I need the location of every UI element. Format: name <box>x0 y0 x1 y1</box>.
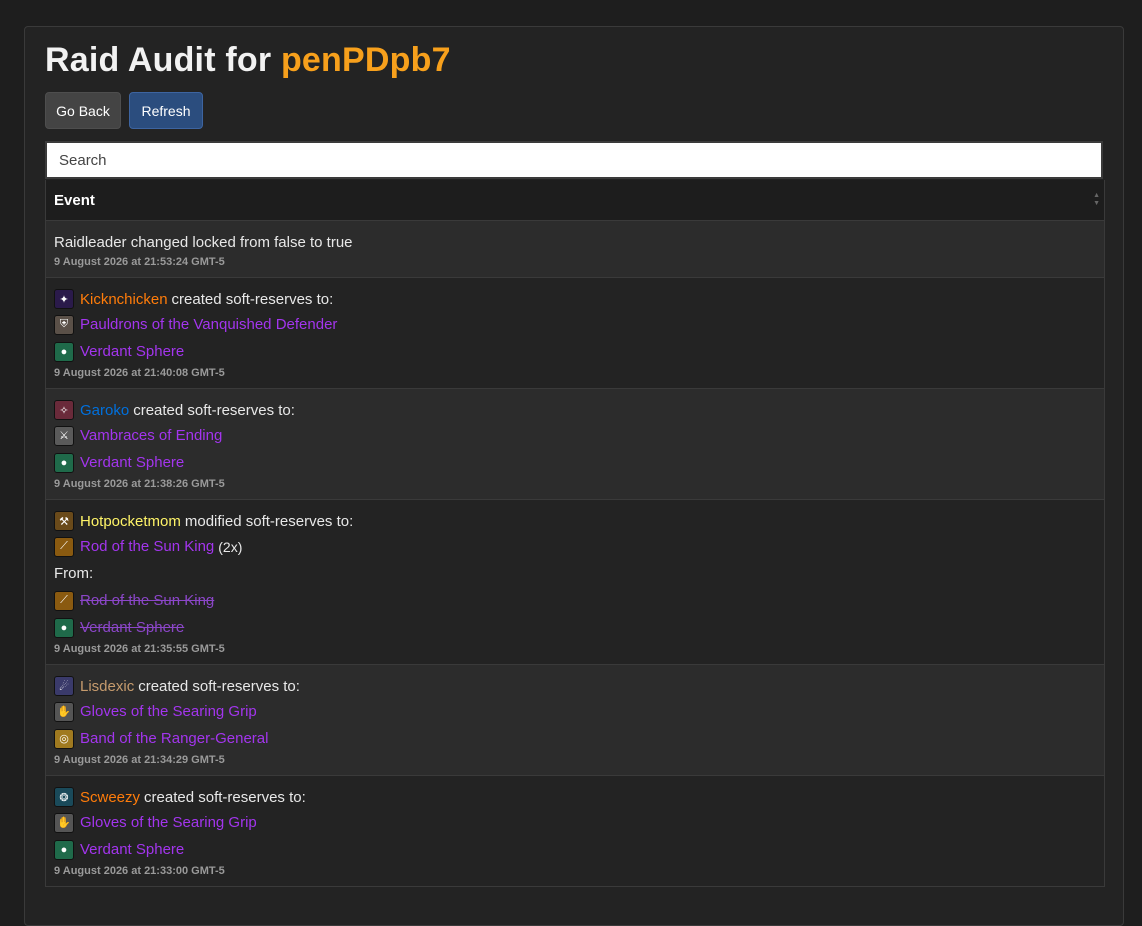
item-link[interactable]: Band of the Ranger-General <box>80 730 268 747</box>
event-timestamp: 9 August 2026 at 21:33:00 GMT-5 <box>54 865 225 877</box>
table-row: ✧ Garoko created soft-reserves to: ⚔ Vam… <box>46 389 1104 500</box>
class-icon: ☄ <box>54 676 74 696</box>
item-link[interactable]: Verdant Sphere <box>80 343 184 360</box>
gloves-icon: ✋ <box>54 701 74 722</box>
table-row: ⚒ Hotpocketmom modified soft-reserves to… <box>46 500 1104 665</box>
reserve-count: (2x) <box>218 538 243 555</box>
item-link[interactable]: Verdant Sphere <box>80 841 184 858</box>
title-prefix: Raid Audit for <box>45 41 272 79</box>
raid-id: penPDpb7 <box>280 41 451 79</box>
go-back-button[interactable]: Go Back <box>45 92 121 129</box>
table-row: ✦ Kicknchicken created soft-reserves to:… <box>46 278 1104 389</box>
player-name[interactable]: Lisdexic <box>80 678 134 695</box>
from-label: From: <box>54 565 94 582</box>
event-timestamp: 9 August 2026 at 21:53:24 GMT-5 <box>54 256 225 268</box>
player-name[interactable]: Hotpocketmom <box>80 513 181 530</box>
item-link[interactable]: Verdant Sphere <box>80 454 184 471</box>
class-icon: ✧ <box>54 400 74 420</box>
removed-item-link[interactable]: Verdant Sphere <box>80 619 184 636</box>
item-link[interactable]: Vambraces of Ending <box>80 427 222 444</box>
sphere-icon: ● <box>54 617 74 638</box>
class-icon: ✦ <box>54 289 74 309</box>
event-column-label: Event <box>54 191 95 209</box>
sphere-icon: ● <box>54 839 74 860</box>
raid-audit-panel: Raid Audit for penPDpb7 Go Back Refresh … <box>24 26 1124 926</box>
event-action: created soft-reserves to: <box>138 677 300 695</box>
sphere-icon: ● <box>54 452 74 473</box>
rod-icon: ⟋ <box>54 590 74 611</box>
ring-icon: ◎ <box>54 728 74 749</box>
gloves-icon: ✋ <box>54 812 74 833</box>
rod-icon: ⟋ <box>54 536 74 557</box>
event-action: modified soft-reserves to: <box>184 512 354 530</box>
audit-table: Event ▲ ▼ Raidleader changed locked from … <box>45 180 1105 887</box>
sort-icon[interactable]: ▲ ▼ <box>1093 192 1100 208</box>
class-icon: ⚒ <box>54 511 74 531</box>
search-input[interactable] <box>45 141 1103 179</box>
table-row: ❂ Scweezy created soft-reserves to: ✋ Gl… <box>46 776 1104 887</box>
event-action: created soft-reserves to: <box>133 401 295 419</box>
page-title: Raid Audit for penPDpb7 <box>45 41 451 80</box>
removed-item-link[interactable]: Rod of the Sun King <box>80 592 214 609</box>
sphere-icon: ● <box>54 341 74 362</box>
shoulder-armor-icon: ⛨ <box>54 314 74 335</box>
item-link[interactable]: Gloves of the Searing Grip <box>80 703 257 720</box>
player-name[interactable]: Scweezy <box>80 789 140 806</box>
event-timestamp: 9 August 2026 at 21:35:55 GMT-5 <box>54 643 225 655</box>
event-column-header[interactable]: Event ▲ ▼ <box>46 180 1104 221</box>
player-name[interactable]: Garoko <box>80 402 129 419</box>
player-name[interactable]: Kicknchicken <box>80 291 168 308</box>
event-timestamp: 9 August 2026 at 21:38:26 GMT-5 <box>54 478 225 490</box>
refresh-button[interactable]: Refresh <box>129 92 203 129</box>
table-row: ☄ Lisdexic created soft-reserves to: ✋ G… <box>46 665 1104 776</box>
event-timestamp: 9 August 2026 at 21:40:08 GMT-5 <box>54 367 225 379</box>
item-link[interactable]: Gloves of the Searing Grip <box>80 814 257 831</box>
event-text: Raidleader changed locked from false to … <box>54 233 353 251</box>
bracer-armor-icon: ⚔ <box>54 425 74 446</box>
item-link[interactable]: Rod of the Sun King <box>80 538 214 555</box>
event-action: created soft-reserves to: <box>171 290 334 308</box>
item-link[interactable]: Pauldrons of the Vanquished Defender <box>80 316 337 333</box>
event-timestamp: 9 August 2026 at 21:34:29 GMT-5 <box>54 754 225 766</box>
event-description: Raidleader changed locked from false to … <box>54 230 1096 254</box>
class-icon: ❂ <box>54 787 74 807</box>
event-action: created soft-reserves to: <box>144 788 306 806</box>
table-row: Raidleader changed locked from false to … <box>46 221 1104 278</box>
